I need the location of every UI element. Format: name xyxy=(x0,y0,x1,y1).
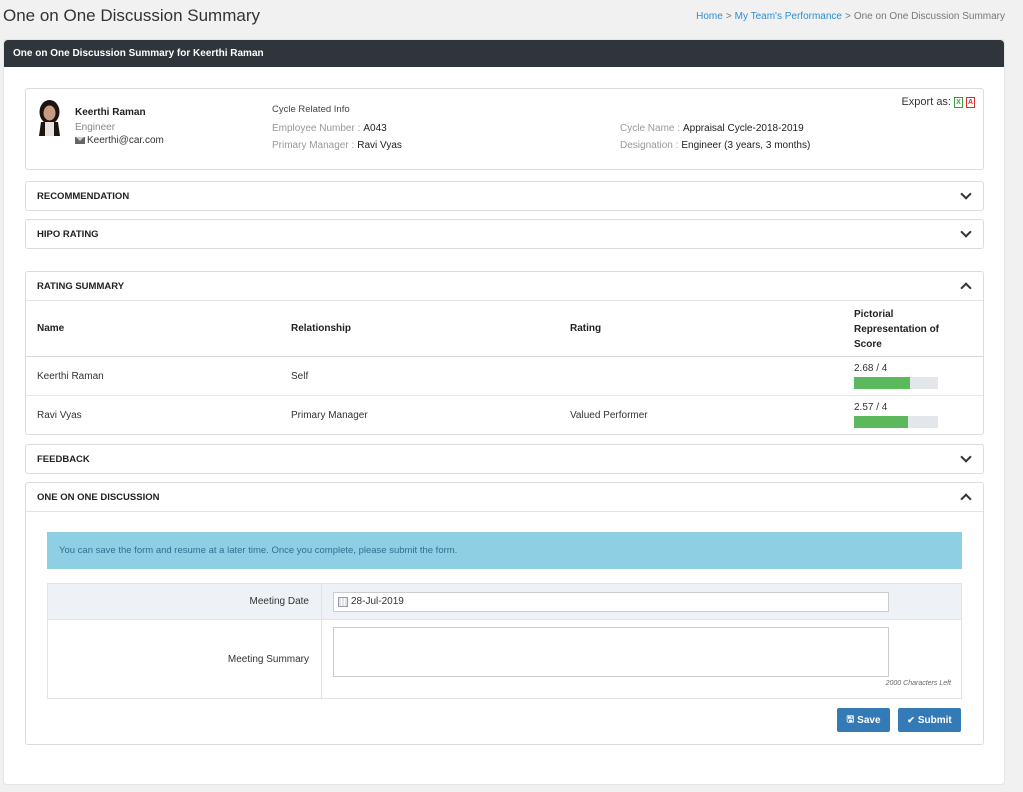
score-bar xyxy=(854,416,938,428)
meeting-summary-label: Meeting Summary xyxy=(227,654,309,665)
header-relationship: Relationship xyxy=(291,323,352,334)
employee-info-card: Keerthi Raman Engineer Keerthi@car.com C… xyxy=(25,88,984,170)
meeting-date-input[interactable]: 28-Jul-2019 xyxy=(333,592,889,612)
cycle-name-row: Cycle Name : Appraisal Cycle-2018-2019 xyxy=(620,123,804,134)
breadcrumb-separator: > xyxy=(725,11,732,22)
breadcrumb-current: One on One Discussion Summary xyxy=(853,11,1005,22)
employee-email-text: Keerthi@car.com xyxy=(87,135,164,146)
excel-icon[interactable]: X xyxy=(954,96,963,108)
form-divider xyxy=(321,584,322,698)
score-cell: 2.68 / 4 xyxy=(854,363,938,389)
save-label: Save xyxy=(857,714,881,726)
cycle-name-value: Appraisal Cycle-2018-2019 xyxy=(683,123,804,134)
rating-summary-header[interactable]: RATING SUMMARY xyxy=(26,272,983,301)
portlet-title: One on One Discussion Summary for Keerth… xyxy=(4,40,1004,67)
meeting-date-label: Meeting Date xyxy=(249,596,309,607)
header-pictorial-line3: Score xyxy=(854,339,882,350)
hipo-rating-section[interactable]: HIPO RATING xyxy=(25,219,984,249)
rating-table-header: Name Relationship Rating Pictorial Repre… xyxy=(26,301,983,357)
score-bar xyxy=(854,377,938,389)
designation-row: Designation : Engineer (3 years, 3 months… xyxy=(620,140,810,151)
cell-relationship: Primary Manager xyxy=(291,410,368,421)
envelope-icon xyxy=(75,137,85,144)
designation-value: Engineer (3 years, 3 months) xyxy=(681,140,811,151)
breadcrumb: Home > My Team's Performance > One on One Di… xyxy=(696,11,1005,22)
breadcrumb-separator: > xyxy=(844,11,851,22)
employee-number-value: A043 xyxy=(363,123,387,134)
score-bar-fill xyxy=(854,377,911,389)
header-pictorial: Pictorial Representation of Score xyxy=(854,307,939,352)
page-title: One on One Discussion Summary xyxy=(3,6,260,25)
primary-manager-label: Primary Manager : xyxy=(272,140,355,151)
designation-label: Designation : xyxy=(620,140,679,151)
header-rating: Rating xyxy=(570,323,602,334)
meeting-date-value: 28-Jul-2019 xyxy=(351,596,404,607)
cell-rating: Valued Performer xyxy=(570,410,648,421)
header-pictorial-line2: Representation of xyxy=(854,324,940,335)
chevron-up-icon[interactable] xyxy=(960,282,972,294)
score-cell: 2.57 / 4 xyxy=(854,402,938,428)
pdf-icon[interactable]: A xyxy=(966,96,975,108)
save-icon: 🖫 xyxy=(846,714,855,724)
header-name: Name xyxy=(37,323,65,334)
page-header: One on One Discussion Summary Home > My Te… xyxy=(0,0,1023,32)
header-pictorial-line1: Pictorial xyxy=(854,309,894,320)
breadcrumb-home[interactable]: Home xyxy=(696,11,723,22)
info-alert: You can save the form and resume at a la… xyxy=(47,532,962,569)
cycle-name-label: Cycle Name : xyxy=(620,123,681,134)
save-button[interactable]: 🖫 Save xyxy=(837,708,890,732)
feedback-section[interactable]: FEEDBACK xyxy=(25,444,984,474)
calendar-icon xyxy=(338,597,348,607)
chevron-down-icon[interactable] xyxy=(960,188,972,200)
discussion-form: Meeting Date 28-Jul-2019 Meeting Summary… xyxy=(47,583,962,699)
table-row: Ravi Vyas Primary Manager Valued Perform… xyxy=(26,396,983,435)
characters-left: 2000 Characters Left xyxy=(885,680,951,687)
chevron-down-icon[interactable] xyxy=(960,451,972,463)
recommendation-section[interactable]: RECOMMENDATION xyxy=(25,181,984,211)
submit-button[interactable]: ✔ Submit xyxy=(898,708,961,732)
score-text: 2.57 / 4 xyxy=(854,402,888,413)
recommendation-title: RECOMMENDATION xyxy=(37,191,130,202)
chevron-up-icon[interactable] xyxy=(960,493,972,505)
one-on-one-section: ONE ON ONE DISCUSSION You can save the f… xyxy=(25,482,984,745)
cell-name: Ravi Vyas xyxy=(37,410,82,421)
rating-summary-section: RATING SUMMARY Name Relationship Rating … xyxy=(25,271,984,435)
cell-name: Keerthi Raman xyxy=(37,371,104,382)
one-on-one-header[interactable]: ONE ON ONE DISCUSSION xyxy=(26,483,983,512)
primary-manager-row: Primary Manager : Ravi Vyas xyxy=(272,140,402,151)
export-label: Export as: xyxy=(901,96,951,108)
employee-email: Keerthi@car.com xyxy=(75,135,164,146)
main-portlet: One on One Discussion Summary for Keerth… xyxy=(3,39,1005,785)
primary-manager-value: Ravi Vyas xyxy=(357,140,402,151)
cell-relationship: Self xyxy=(291,371,309,382)
hipo-rating-title: HIPO RATING xyxy=(37,229,99,240)
table-row: Keerthi Raman Self 2.68 / 4 xyxy=(26,357,983,396)
check-circle-icon: ✔ xyxy=(907,714,915,725)
cycle-info-title: Cycle Related Info xyxy=(272,104,350,115)
employee-number-row: Employee Number : A043 xyxy=(272,123,387,134)
score-text: 2.68 / 4 xyxy=(854,363,888,374)
rating-summary-title: RATING SUMMARY xyxy=(37,281,125,292)
employee-role: Engineer xyxy=(75,122,116,133)
avatar xyxy=(39,100,60,136)
employee-name: Keerthi Raman xyxy=(75,107,146,118)
employee-number-label: Employee Number : xyxy=(272,123,361,134)
feedback-title: FEEDBACK xyxy=(37,454,90,465)
one-on-one-title: ONE ON ONE DISCUSSION xyxy=(37,492,160,503)
export-group: Export as: X A xyxy=(901,96,975,108)
score-bar-fill xyxy=(854,416,908,428)
chevron-down-icon[interactable] xyxy=(960,226,972,238)
submit-label: Submit xyxy=(917,714,952,726)
breadcrumb-team-performance[interactable]: My Team's Performance xyxy=(735,11,842,22)
meeting-summary-input[interactable] xyxy=(333,627,889,677)
